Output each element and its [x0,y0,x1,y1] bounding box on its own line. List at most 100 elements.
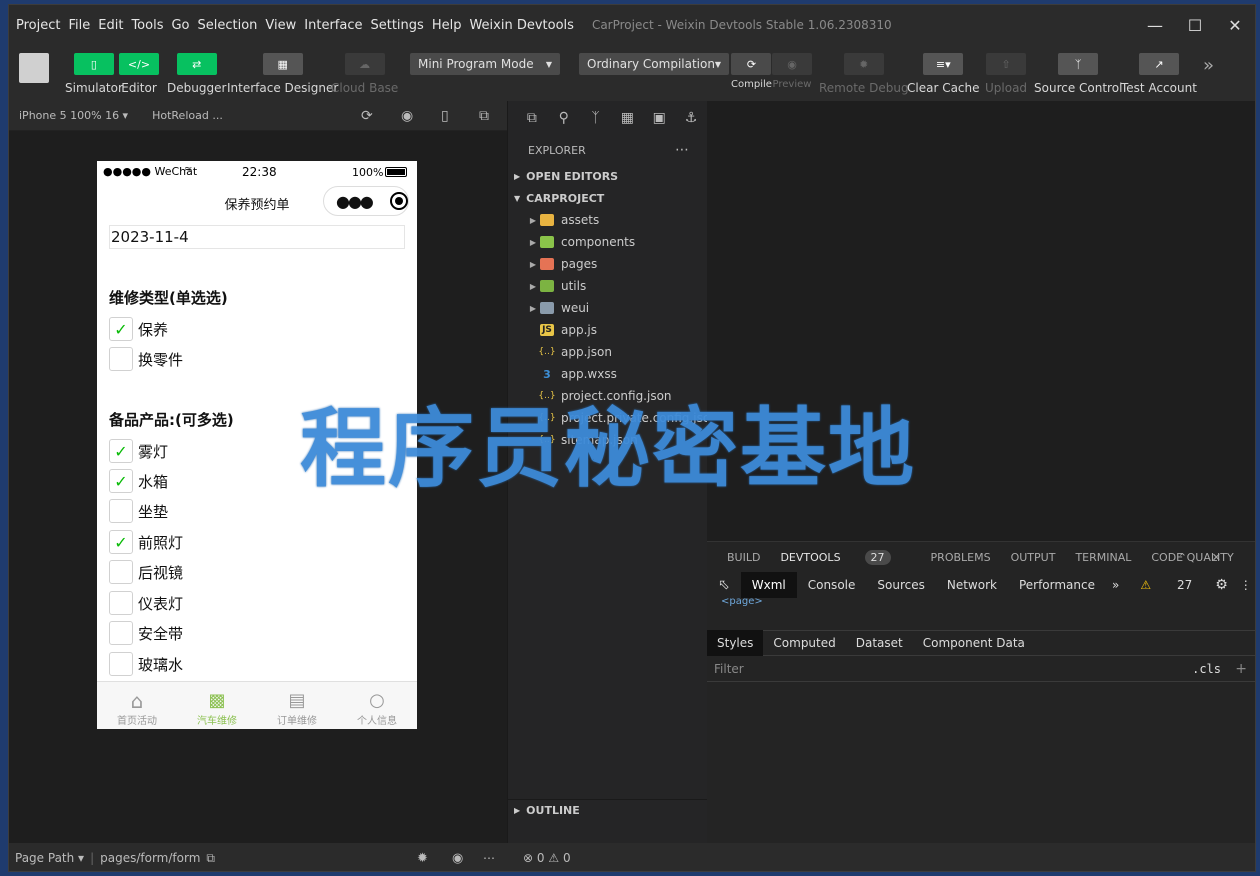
close-panel-icon[interactable]: ✕ [1212,551,1221,564]
tab-network[interactable]: Network [936,578,1008,592]
files-icon[interactable]: ⧉ [516,110,548,126]
close-circle-icon[interactable] [389,192,408,210]
checkbox-item[interactable]: 安全带 [109,620,183,646]
page-path-dropdown[interactable]: Page Path ▾ [15,851,84,865]
extensions-icon[interactable]: ▦ [611,110,643,126]
source-control-icon[interactable]: ᛉ [580,110,612,126]
tab-problems[interactable]: PROBLEMS [931,551,991,564]
checkbox-item[interactable]: 坐垫 [109,498,168,524]
maximize-button[interactable]: ☐ [1175,5,1215,45]
cls-toggle[interactable]: .cls [1192,662,1221,676]
record-icon[interactable]: ◉ [401,108,413,124]
bug-icon[interactable]: ✹ [417,851,428,866]
minimize-button[interactable]: — [1135,5,1175,45]
tab-car-repair[interactable]: ▩ 汽车维修 [177,682,257,729]
menu-settings[interactable]: Settings [370,18,423,33]
more-tabs-icon[interactable]: » [1106,578,1125,592]
warnings-indicator[interactable]: ⚠ 27 [1125,578,1207,592]
tree-folder[interactable]: ▶ components [508,231,707,253]
upload-button[interactable]: ⇧ Upload [985,53,1027,95]
checkbox[interactable] [109,499,133,523]
tree-file[interactable]: {..} app.json [508,341,707,363]
simulator-toggle[interactable]: ▯ Simulator [65,53,123,95]
tab-home-activity[interactable]: ⌂ 首页活动 [97,682,177,729]
tree-folder[interactable]: ▶ weui [508,297,707,319]
checkbox-item[interactable]: 玻璃水 [109,651,183,677]
styles-filter[interactable]: Filter .cls + [707,656,1255,682]
date-picker[interactable]: 2023-11-4 [109,225,405,249]
source-control-button[interactable]: ᛉ Source Control [1034,53,1122,95]
radio-item[interactable]: ✓ 保养 [109,316,168,342]
rotate-icon[interactable]: ⟳ [361,108,373,124]
remote-debug-button[interactable]: ✹ Remote Debug [819,53,909,95]
more-vertical-icon[interactable]: ⋮ [1236,578,1255,592]
checkbox[interactable] [109,347,133,371]
checkbox-item[interactable]: ✓ 雾灯 [109,438,168,464]
checkbox[interactable] [109,652,133,676]
gear-icon[interactable]: ⚙ [1207,577,1236,593]
outline-section[interactable]: ▶ OUTLINE [508,799,707,821]
phone-icon[interactable]: ▯ [441,108,449,124]
menu-tools[interactable]: Tools [131,18,163,33]
compile-button[interactable]: ⟳ Compile [731,53,772,90]
tree-folder[interactable]: ▶ pages [508,253,707,275]
checkbox[interactable] [109,560,133,584]
docker-icon[interactable]: ⚓ [675,110,707,126]
tab-build[interactable]: BUILD [727,551,760,564]
menu-edit[interactable]: Edit [98,18,123,33]
tree-folder[interactable]: ▶ assets [508,209,707,231]
menu-interface[interactable]: Interface [304,18,362,33]
more-dots-icon[interactable]: ●●● [336,192,374,211]
tab-console[interactable]: Console [797,578,867,592]
tab-dataset[interactable]: Dataset [846,636,913,650]
chevron-up-icon[interactable]: ⌃ [1178,551,1187,564]
menu-selection[interactable]: Selection [198,18,258,33]
tree-file[interactable]: JS app.js [508,319,707,341]
menu-view[interactable]: View [265,18,296,33]
search-icon[interactable]: ⚲ [548,110,580,126]
menu-help[interactable]: Help [432,18,462,33]
tab-wxml[interactable]: Wxml [740,572,797,598]
checkbox[interactable]: ✓ [109,530,133,554]
preview-button[interactable]: ◉ Preview [772,53,812,90]
tree-folder[interactable]: ▶ utils [508,275,707,297]
clear-cache-button[interactable]: ≡▾ Clear Cache [907,53,980,95]
cloud-base-toggle[interactable]: ☁ Cloud Base [331,53,398,95]
tab-profile[interactable]: ○ 个人信息 [337,682,417,729]
tab-computed[interactable]: Computed [763,636,845,650]
eye-icon[interactable]: ◉ [452,851,463,866]
tab-sources[interactable]: Sources [866,578,935,592]
capsule-menu[interactable]: ●●● [323,186,409,216]
copy-icon[interactable]: ⧉ [206,851,215,866]
open-editors-section[interactable]: ▶ OPEN EDITORS [508,165,707,187]
tab-styles[interactable]: Styles [707,630,764,656]
tab-performance[interactable]: Performance [1008,578,1106,592]
tab-output[interactable]: OUTPUT [1011,551,1056,564]
checkbox-item[interactable]: 仪表灯 [109,590,183,616]
tab-terminal[interactable]: TERMINAL [1075,551,1131,564]
tab-order-repair[interactable]: ▤ 订单维修 [257,682,337,729]
more-chevron-icon[interactable]: » [1203,55,1214,76]
more-icon[interactable]: ⋯ [483,851,495,865]
checkbox[interactable]: ✓ [109,317,133,341]
compilation-select[interactable]: Ordinary Compilation ▼ [579,53,729,75]
wxml-tree-line[interactable]: <page> [707,598,1255,608]
debugger-toggle[interactable]: ⇄ Debugger [167,53,226,95]
inspect-icon[interactable]: ⬁ [707,577,741,593]
checkbox-item[interactable]: 后视镜 [109,559,183,585]
device-select[interactable]: iPhone 5 100% 16 ▾ [19,109,128,122]
checkbox[interactable] [109,591,133,615]
tab-component-data[interactable]: Component Data [913,636,1035,650]
tab-devtools[interactable]: DEVTOOLS 27 [780,549,910,565]
close-window-button[interactable]: ✕ [1215,5,1255,45]
problems-indicator[interactable]: ⊗ 0 ⚠ 0 [523,851,571,865]
hotreload-toggle[interactable]: HotReload ... [152,109,223,122]
user-avatar[interactable] [19,53,49,83]
editor-toggle[interactable]: </> Editor [119,53,159,95]
radio-item[interactable]: 换零件 [109,346,183,372]
popout-icon[interactable]: ⧉ [479,108,489,124]
checkbox[interactable]: ✓ [109,469,133,493]
interface-designer-toggle[interactable]: ▦ Interface Designer [227,53,338,95]
menu-project[interactable]: Project [16,18,60,33]
checkbox-item[interactable]: ✓ 水箱 [109,468,168,494]
